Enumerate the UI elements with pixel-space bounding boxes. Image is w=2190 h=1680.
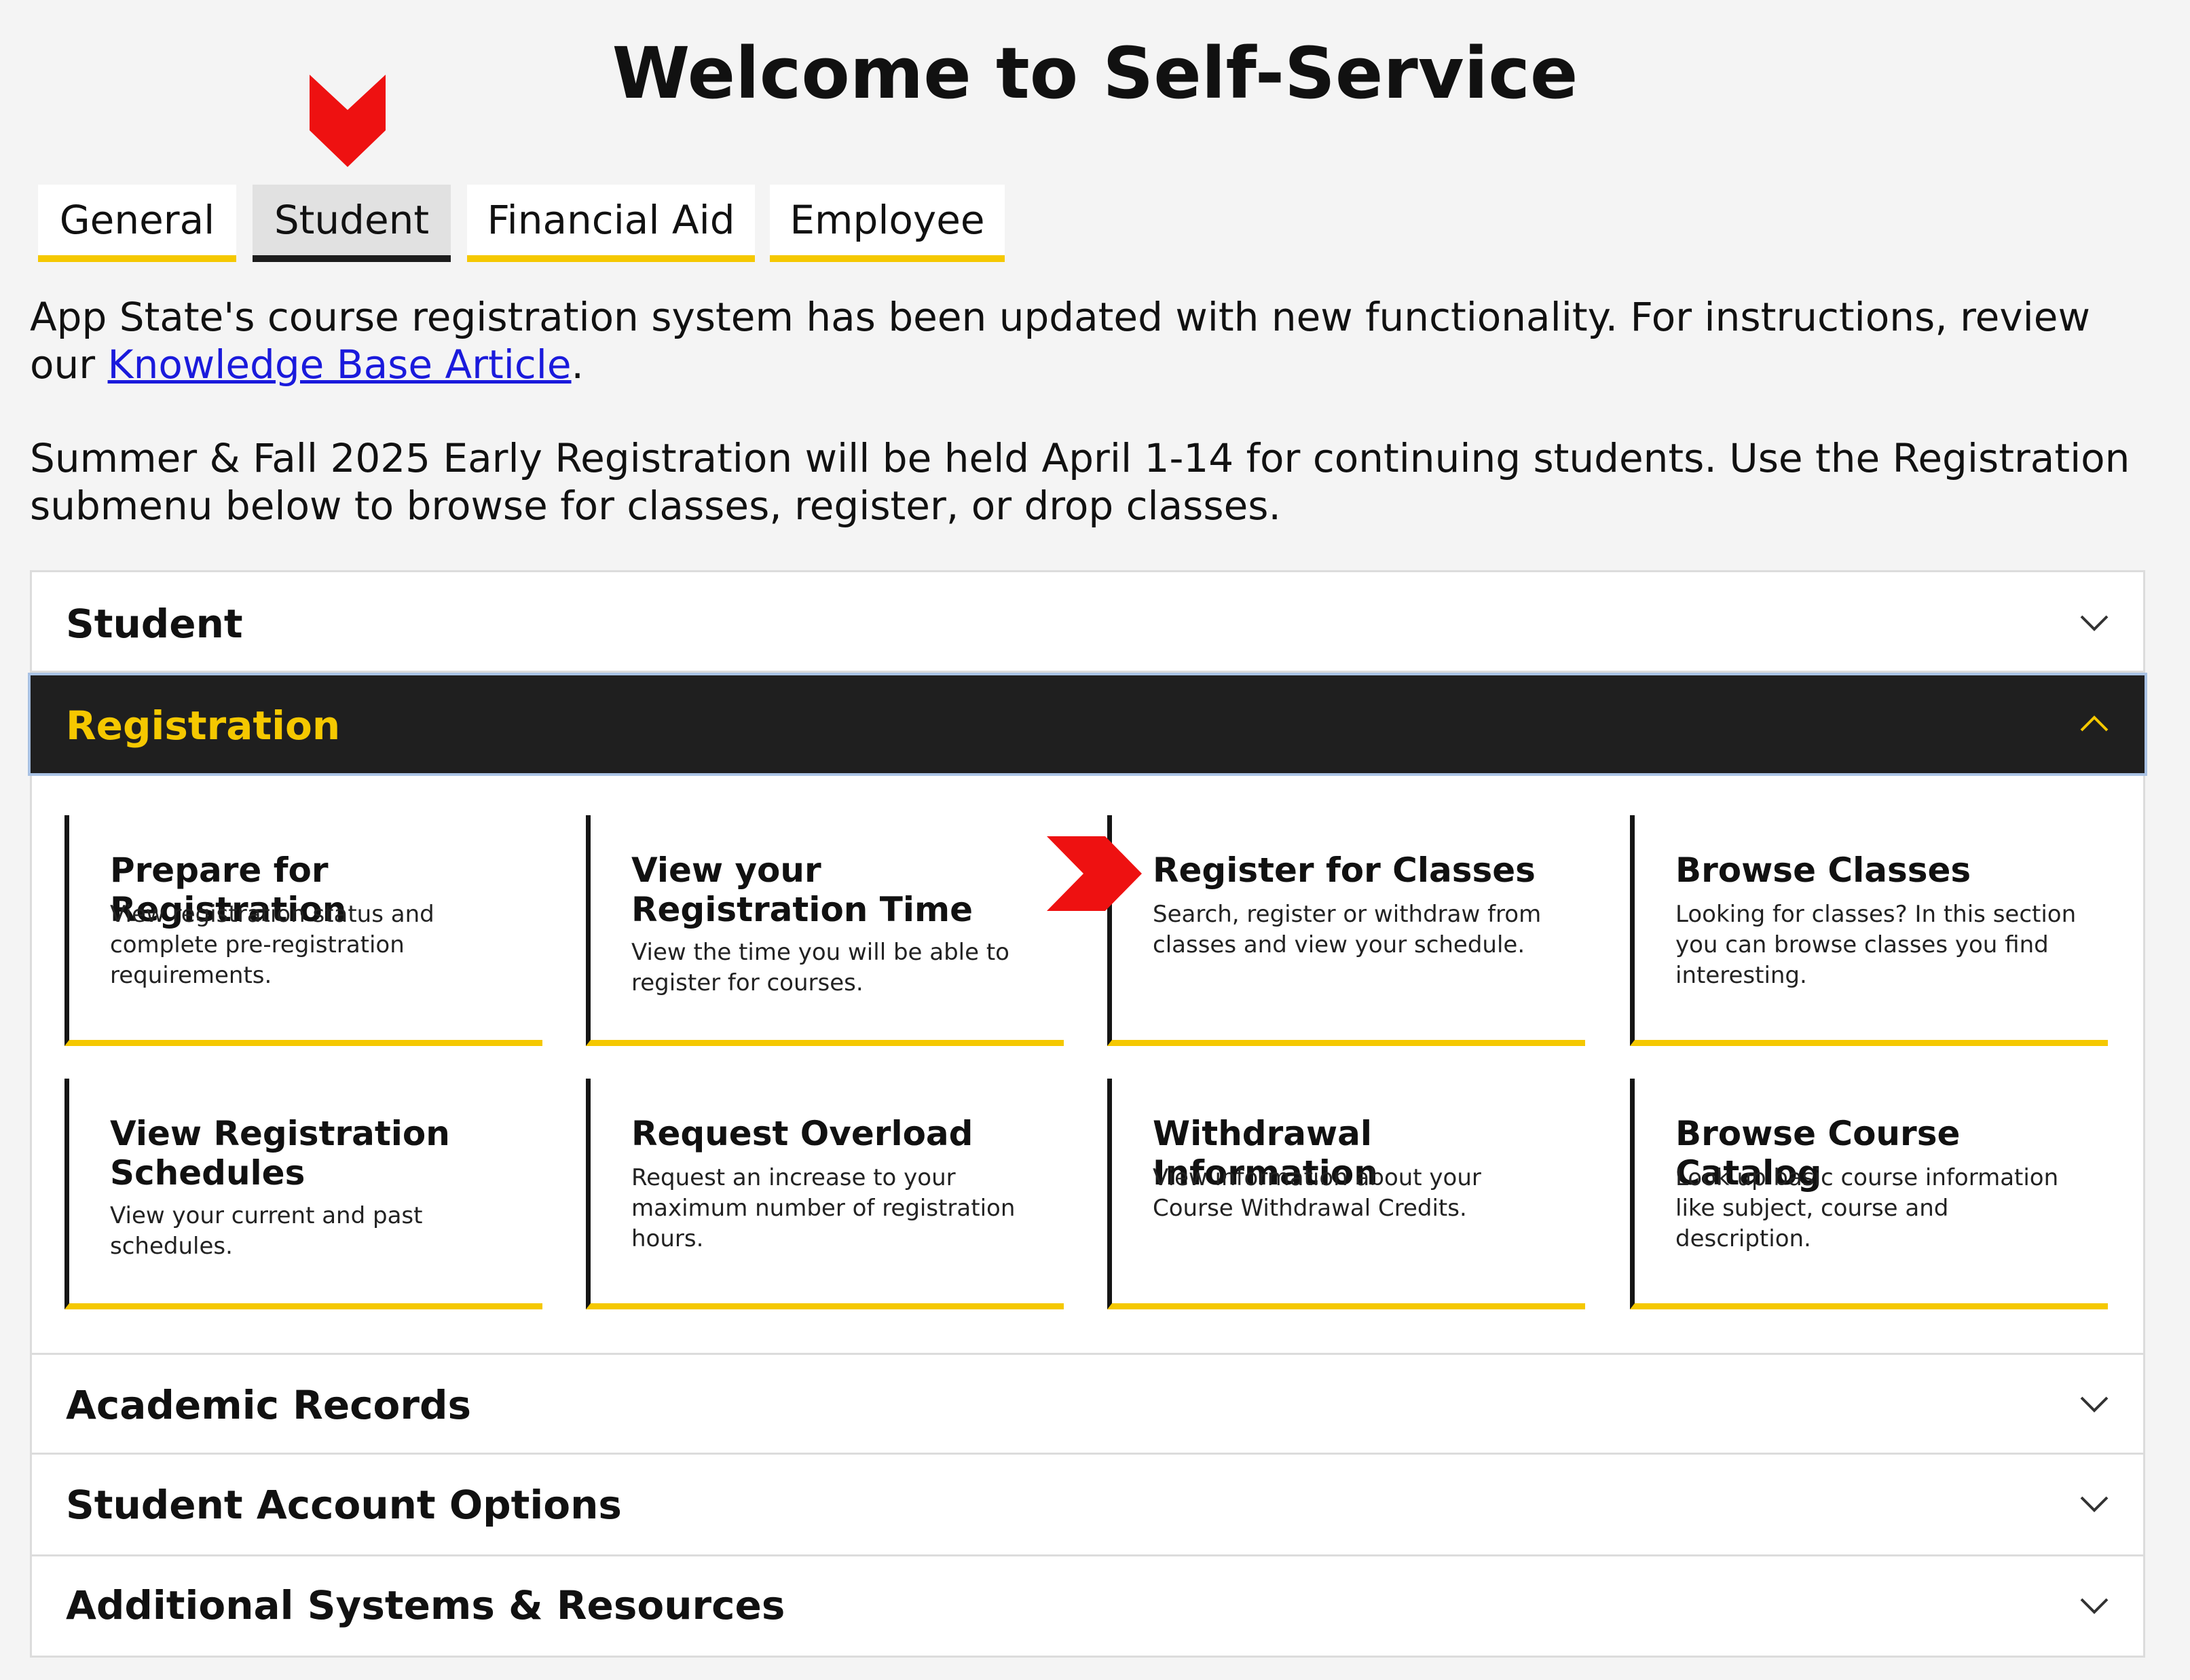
tile-browse-classes[interactable]: Browse Classes Looking for classes? In t… [1630,815,2108,1046]
accordion-header-additional-systems[interactable]: Additional Systems & Resources [32,1556,2143,1656]
chevron-down-icon [2080,1598,2109,1614]
tile-view-registration-schedules[interactable]: View Registration Schedules View your cu… [64,1079,542,1309]
accordion-header-academic-records[interactable]: Academic Records [32,1353,2143,1455]
red-right-arrow-icon [1047,836,1142,911]
tab-financial-aid[interactable]: Financial Aid [467,185,755,262]
knowledge-base-link[interactable]: Knowledge Base Article [108,341,572,388]
accordion-header-student-account-options[interactable]: Student Account Options [32,1455,2143,1556]
tile-prepare-for-registration[interactable]: Prepare for Registration View registrati… [64,815,542,1046]
tile-title: Request Overload [631,1114,973,1153]
tab-general[interactable]: General [38,185,236,262]
tile-description: View your current and past schedules. [110,1202,423,1260]
tile-title: View your Registration Time [631,851,973,929]
accordion-title: Student [66,601,243,647]
chevron-down-icon [2080,615,2109,631]
tile-title: View Registration Schedules [110,1114,450,1193]
accordion-title: Academic Records [66,1382,472,1428]
red-down-arrow-icon [310,75,386,167]
tile-title: Register for Classes [1153,851,1536,890]
chevron-down-icon [2080,1396,2109,1413]
tile-description: View registration status and complete pr… [110,901,434,989]
tile-request-overload[interactable]: Request Overload Request an increase to … [586,1079,1064,1309]
notice-period: . [571,341,584,388]
chevron-down-icon [2080,1496,2109,1512]
registration-update-notice: App State's course registration system h… [30,293,2155,388]
accordion-title: Registration [66,703,341,749]
early-registration-notice: Summer & Fall 2025 Early Registration wi… [30,435,2130,529]
chevron-up-icon [2080,715,2109,732]
tile-description: Search, register or withdraw from classe… [1153,901,1542,958]
tile-browse-course-catalog[interactable]: Browse Course Catalog Look up basic cour… [1630,1079,2108,1309]
accordion-header-registration[interactable]: Registration [28,673,2147,776]
accordion-title: Additional Systems & Resources [66,1582,785,1628]
student-menu-accordion: Student Registration Prepare for Registr… [28,570,2147,1658]
accordion-header-student[interactable]: Student [32,572,2143,673]
tile-withdrawal-information[interactable]: Withdrawal Information View information … [1107,1079,1585,1309]
accordion-title: Student Account Options [66,1482,622,1528]
tile-description: Request an increase to your maximum numb… [631,1164,1016,1252]
tile-register-for-classes[interactable]: Register for Classes Search, register or… [1107,815,1585,1046]
tile-description: View the time you will be able to regist… [631,939,1009,996]
tab-employee[interactable]: Employee [770,185,1005,262]
tile-description: View information about your Course Withd… [1153,1164,1481,1222]
tile-description: Look up basic course information like su… [1675,1164,2059,1252]
tile-description: Looking for classes? In this section you… [1675,901,2077,989]
tile-view-registration-time[interactable]: View your Registration Time View the tim… [586,815,1064,1046]
tab-student[interactable]: Student [253,185,451,262]
tile-title: Browse Classes [1675,851,1971,890]
